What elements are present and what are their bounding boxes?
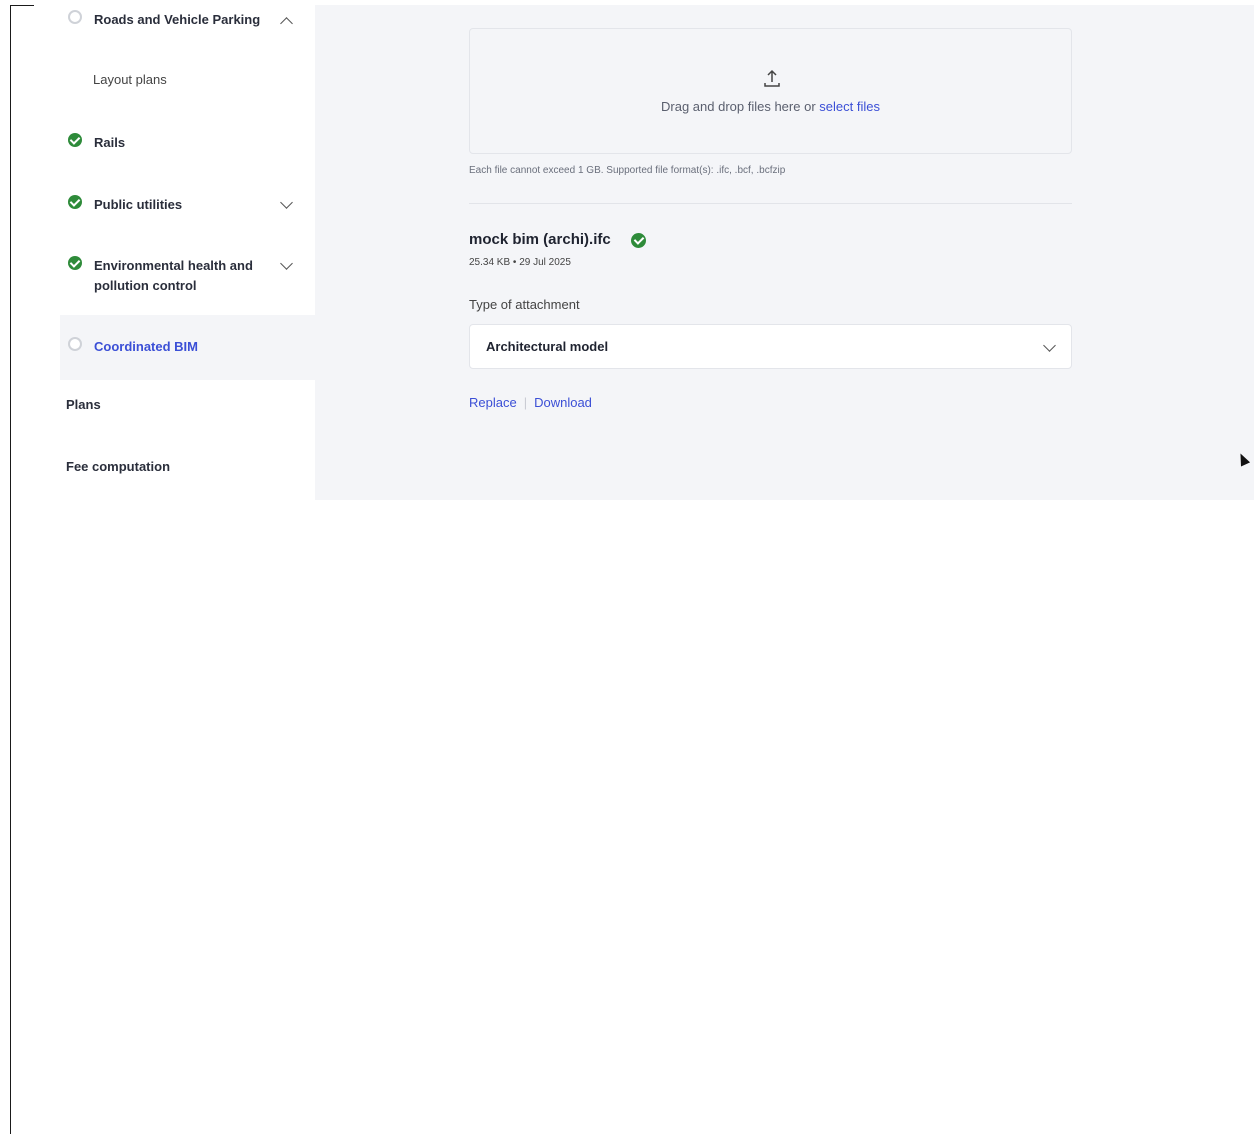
- sidebar-item-public-utilities[interactable]: Public utilities: [60, 195, 315, 215]
- chevron-down-icon: [1043, 339, 1056, 352]
- check-circle-icon: [68, 256, 82, 270]
- chevron-down-icon[interactable]: [280, 257, 293, 270]
- check-circle-icon: [68, 195, 82, 209]
- sidebar-item-environmental-health[interactable]: Environmental health and pollution contr…: [60, 256, 315, 296]
- divider: [469, 203, 1072, 204]
- file-meta: 25.34 KB • 29 Jul 2025: [469, 257, 571, 268]
- sidebar-item-roads-and-vehicle-parking[interactable]: Roads and Vehicle Parking: [60, 10, 315, 30]
- sidebar-item-label: Environmental health and pollution contr…: [94, 258, 253, 293]
- attachment-type-select[interactable]: Architectural model: [469, 324, 1072, 369]
- chevron-up-icon[interactable]: [280, 17, 293, 30]
- sidebar-section-fee-computation[interactable]: Fee computation: [66, 459, 170, 474]
- pending-status-icon: [68, 10, 82, 24]
- upload-icon: [764, 69, 780, 87]
- sidebar-subitem-layout-plans[interactable]: Layout plans: [93, 72, 167, 87]
- select-files-link[interactable]: select files: [819, 99, 880, 114]
- chevron-down-icon[interactable]: [280, 196, 293, 209]
- sidebar-item-label: Public utilities: [94, 197, 183, 212]
- window-border-left: [10, 5, 11, 1134]
- attachment-type-label: Type of attachment: [469, 297, 580, 312]
- window-border-top: [10, 5, 34, 6]
- download-link[interactable]: Download: [534, 395, 592, 410]
- file-dropzone[interactable]: Drag and drop files here or select files: [469, 28, 1072, 154]
- sidebar-item-label: Rails: [94, 135, 126, 150]
- check-circle-icon: [631, 233, 646, 248]
- sidebar: Roads and Vehicle Parking Layout plans R…: [60, 5, 315, 500]
- sidebar-item-label: Roads and Vehicle Parking: [94, 12, 261, 27]
- sidebar-item-coordinated-bim[interactable]: Coordinated BIM: [60, 315, 315, 380]
- replace-link[interactable]: Replace: [469, 395, 517, 410]
- sidebar-section-plans[interactable]: Plans: [66, 397, 101, 412]
- attachment-type-value: Architectural model: [486, 339, 609, 354]
- dropzone-instruction: Drag and drop files here or: [661, 99, 816, 114]
- sidebar-item-label: Coordinated BIM: [94, 339, 198, 354]
- separator: |: [523, 395, 528, 410]
- file-name: mock bim (archi).ifc: [469, 231, 611, 248]
- sidebar-item-rails[interactable]: Rails: [60, 133, 315, 153]
- check-circle-icon: [68, 133, 82, 147]
- upload-hint: Each file cannot exceed 1 GB. Supported …: [469, 165, 786, 176]
- pending-status-icon: [68, 337, 82, 351]
- file-actions: Replace | Download: [469, 395, 592, 410]
- dropzone-text: Drag and drop files here or select files: [470, 99, 1071, 114]
